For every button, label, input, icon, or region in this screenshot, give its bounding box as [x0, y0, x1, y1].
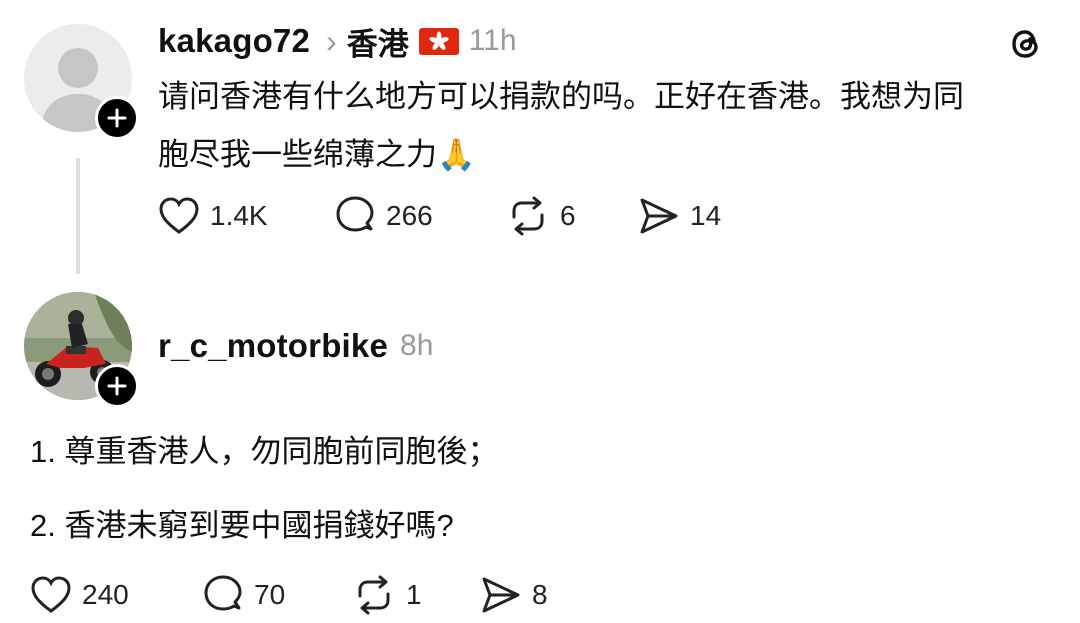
- username[interactable]: r_c_motorbike: [158, 327, 388, 365]
- share-count: 14: [690, 200, 722, 231]
- plus-icon: [107, 376, 127, 396]
- thread-connector-line: [76, 158, 80, 274]
- like-button[interactable]: 240: [30, 573, 129, 617]
- repost-button[interactable]: 1: [352, 573, 422, 617]
- post-time: 11h: [468, 24, 517, 57]
- send-icon: [482, 577, 520, 613]
- reply-count: 266: [386, 200, 433, 231]
- repost-icon: [358, 575, 390, 615]
- send-icon: [640, 198, 678, 234]
- post1-text-line2: 胞尽我一些绵薄之力🙏: [158, 137, 476, 172]
- heart-icon: [31, 576, 71, 613]
- repost-icon: [512, 196, 544, 236]
- like-count: 240: [82, 579, 129, 610]
- heart-icon: [159, 197, 199, 234]
- share-button[interactable]: 8: [480, 573, 548, 617]
- post2-body: 1. 尊重香港人，勿同胞前同胞後； 2. 香港未窮到要中國捐錢好嗎?: [30, 423, 1030, 555]
- repost-count: 6: [560, 200, 576, 231]
- post1-body: 请问香港有什么地方可以捐款的吗。正好在香港。我想为同 胞尽我一些绵薄之力🙏: [158, 68, 1058, 184]
- location-label[interactable]: 香港: [347, 19, 409, 64]
- reply-count: 70: [254, 579, 286, 610]
- follow-plus-button[interactable]: [95, 96, 139, 140]
- threads-logo-icon[interactable]: [1006, 24, 1046, 64]
- post-time: 8h: [400, 329, 434, 362]
- post1-text-line1: 请问香港有什么地方可以捐款的吗。正好在香港。我想为同: [158, 79, 964, 114]
- follow-plus-button[interactable]: [95, 364, 139, 408]
- post2-text-line1: 1. 尊重香港人，勿同胞前同胞後；: [30, 434, 499, 469]
- hk-flag-icon: [418, 27, 459, 55]
- post2-header: r_c_motorbike 8h: [158, 325, 433, 367]
- repost-button[interactable]: 6: [506, 194, 576, 238]
- repost-count: 1: [406, 579, 422, 610]
- comment-bubble-icon: [336, 196, 374, 232]
- like-button[interactable]: 1.4K: [158, 194, 268, 238]
- reply-button[interactable]: 70: [202, 573, 285, 617]
- reply-button[interactable]: 266: [334, 194, 433, 238]
- plus-icon: [107, 108, 127, 128]
- share-count: 8: [532, 579, 548, 610]
- like-count: 1.4K: [210, 200, 268, 231]
- comment-bubble-icon: [204, 575, 242, 611]
- chevron-right-icon: ›: [326, 22, 337, 59]
- username[interactable]: kakago72: [158, 22, 310, 60]
- post2-text-line2: 2. 香港未窮到要中國捐錢好嗎?: [30, 508, 454, 543]
- post1-header: kakago72 › 香港 11h: [158, 20, 517, 62]
- share-button[interactable]: 14: [638, 194, 721, 238]
